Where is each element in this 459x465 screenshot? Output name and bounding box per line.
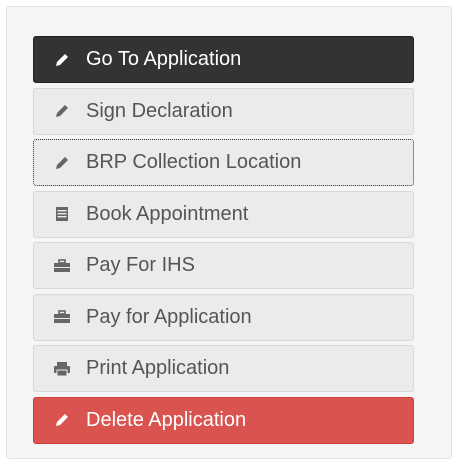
- pay-for-application-button[interactable]: Pay for Application: [33, 293, 414, 341]
- sign-declaration-label: Sign Declaration: [86, 99, 233, 122]
- delete-application-label: Delete Application: [86, 408, 247, 431]
- pay-for-ihs-button[interactable]: Pay For IHS: [33, 242, 414, 289]
- brp-collection-location-button[interactable]: BRP Collection Location: [33, 139, 414, 186]
- delete-application-button[interactable]: Delete Application: [33, 396, 414, 444]
- pay-for-application-label: Pay for Application: [86, 305, 252, 328]
- pay-for-ihs-label: Pay For IHS: [86, 254, 195, 276]
- print-application-button[interactable]: Print Application: [33, 345, 414, 392]
- printer-icon: [52, 359, 72, 379]
- actions-panel: Go To Application Sign Declaration BRP C…: [6, 6, 452, 459]
- calendar-icon: [52, 204, 72, 224]
- pencil-icon: [52, 410, 72, 430]
- go-to-application-button[interactable]: Go To Application: [33, 36, 414, 83]
- book-appointment-label: Book Appointment: [86, 202, 249, 225]
- pencil-icon: [52, 101, 72, 121]
- print-application-label: Print Application: [86, 357, 230, 379]
- go-to-application-label: Go To Application: [86, 48, 242, 70]
- sign-declaration-button[interactable]: Sign Declaration: [33, 87, 414, 135]
- application-actions-menu: Go To Application Sign Declaration BRP C…: [33, 36, 414, 448]
- briefcase-icon: [52, 307, 72, 327]
- book-appointment-button[interactable]: Book Appointment: [33, 190, 414, 238]
- briefcase-icon: [52, 256, 72, 276]
- brp-collection-location-label: BRP Collection Location: [86, 151, 302, 173]
- pencil-icon: [52, 50, 72, 70]
- pencil-icon: [52, 153, 72, 173]
